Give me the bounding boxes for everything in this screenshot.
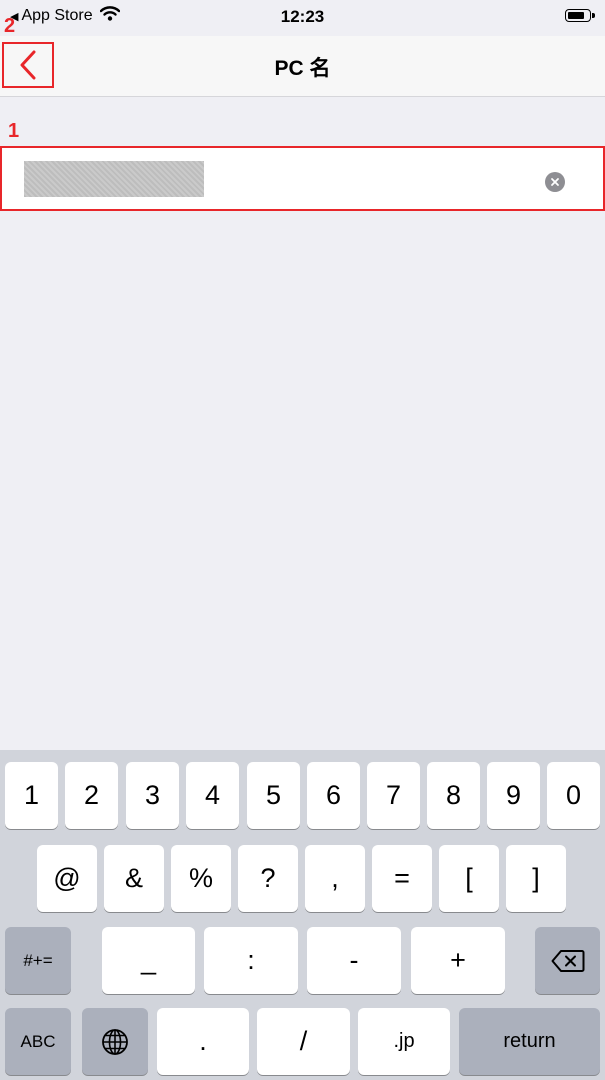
symbols-shift-key[interactable]: #+= xyxy=(5,927,71,994)
key[interactable]: 1 xyxy=(5,762,58,829)
key[interactable]: 8 xyxy=(427,762,480,829)
key[interactable]: . xyxy=(157,1008,249,1075)
battery-cap xyxy=(592,13,595,18)
key[interactable]: 9 xyxy=(487,762,540,829)
clear-button[interactable] xyxy=(545,172,565,192)
key[interactable]: @ xyxy=(37,845,97,912)
pc-name-input[interactable] xyxy=(24,161,204,197)
key[interactable]: 3 xyxy=(126,762,179,829)
key[interactable]: 5 xyxy=(247,762,300,829)
delete-key[interactable] xyxy=(535,927,600,994)
annotation-1: 1 xyxy=(8,120,20,142)
key[interactable]: .jp xyxy=(358,1008,450,1075)
key[interactable]: ? xyxy=(238,845,298,912)
status-bar: ◀ App Store 12:23 xyxy=(0,0,605,36)
clock: 12:23 xyxy=(280,7,325,26)
key[interactable]: 7 xyxy=(367,762,420,829)
key[interactable]: [ xyxy=(439,845,499,912)
navigation-bar: PC 名 xyxy=(0,36,605,97)
key[interactable]: , xyxy=(305,845,365,912)
key[interactable]: ] xyxy=(506,845,566,912)
key[interactable]: = xyxy=(372,845,432,912)
key[interactable]: 6 xyxy=(307,762,360,829)
page-title: PC 名 xyxy=(274,57,331,80)
keyboard: 1 2 3 4 5 6 7 8 9 0 @ & % ? , = [ ] #+= … xyxy=(0,750,605,1080)
key[interactable]: / xyxy=(257,1008,350,1075)
globe-icon xyxy=(102,1028,128,1055)
key[interactable]: _ xyxy=(102,927,195,994)
return-key[interactable]: return xyxy=(459,1008,600,1075)
globe-key[interactable] xyxy=(82,1008,148,1075)
key[interactable]: : xyxy=(204,927,298,994)
key[interactable]: 2 xyxy=(65,762,118,829)
key[interactable]: 0 xyxy=(547,762,600,829)
key[interactable]: 4 xyxy=(186,762,239,829)
pc-name-field[interactable] xyxy=(0,146,605,211)
clear-x-icon xyxy=(551,178,559,186)
abc-key[interactable]: ABC xyxy=(5,1008,71,1075)
backspace-icon xyxy=(551,949,584,972)
annotation-2: 2 xyxy=(4,15,16,37)
battery-icon xyxy=(565,9,595,22)
key[interactable]: - xyxy=(307,927,401,994)
key[interactable]: + xyxy=(411,927,505,994)
battery-fill xyxy=(568,12,585,19)
key[interactable]: % xyxy=(171,845,231,912)
key[interactable]: & xyxy=(104,845,164,912)
